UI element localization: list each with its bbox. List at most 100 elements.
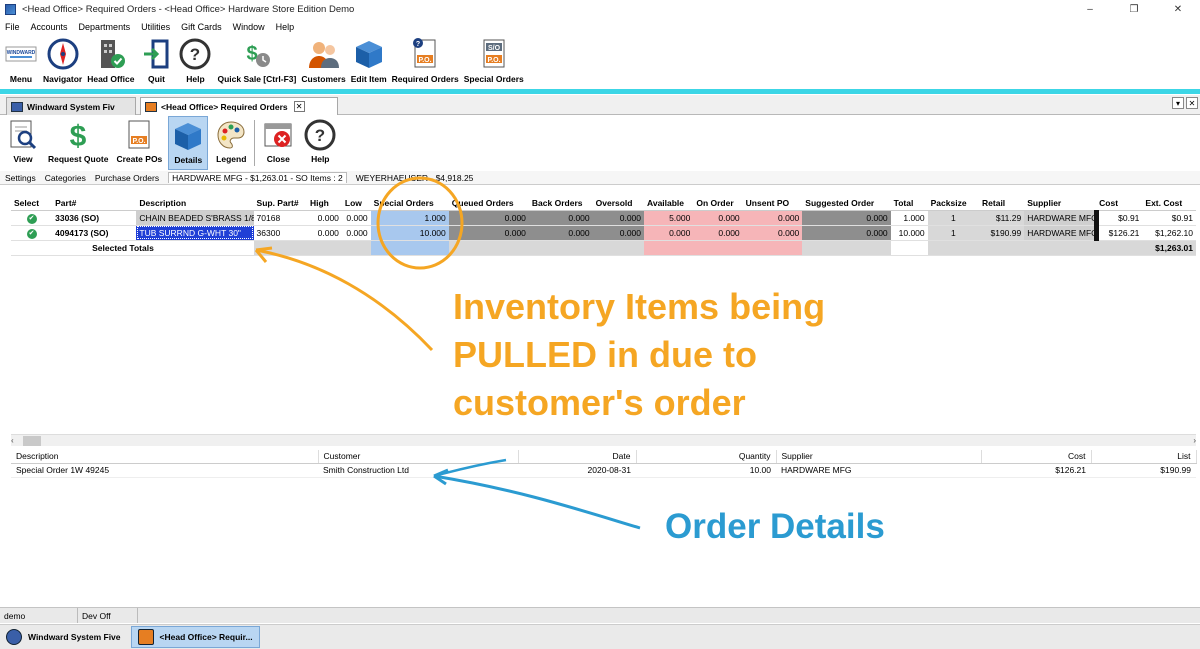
supplier-cell[interactable]: HARDWARE MFG xyxy=(1024,210,1099,226)
col-description[interactable]: Description xyxy=(136,197,254,211)
toolbar-special-orders-button[interactable]: S/O P.O. Special Orders xyxy=(464,35,524,89)
special-orders-cell[interactable]: 10.000 xyxy=(370,225,449,241)
view-button[interactable]: View xyxy=(4,116,42,170)
selected-check-icon[interactable]: ✔ xyxy=(26,213,37,224)
subtab-settings[interactable]: Settings xyxy=(5,173,36,183)
menu-departments[interactable]: Departments xyxy=(79,22,131,32)
maximize-button[interactable]: ❐ xyxy=(1112,0,1156,18)
subtab-hardware-mfg[interactable]: HARDWARE MFG - $1,263.01 - SO Items : 2 xyxy=(168,172,347,183)
col-low[interactable]: Low xyxy=(341,197,371,211)
detail-list-cell[interactable]: $190.99 xyxy=(1091,463,1196,478)
horizontal-scrollbar[interactable]: ‹ › xyxy=(11,434,1196,446)
retail-cell[interactable]: $11.29 xyxy=(979,210,1025,226)
description-cell[interactable]: TUB SURRND G-WHT 30" xyxy=(136,225,254,241)
details-button[interactable]: Details xyxy=(168,116,209,170)
col-oversold[interactable]: Oversold xyxy=(592,197,645,211)
supplier-cell[interactable]: HARDWARE MFG xyxy=(1024,225,1099,241)
detail-col-supplier[interactable]: Supplier xyxy=(776,450,982,464)
subtab-weyerhaeuser[interactable]: WEYERHAEUSER - $4,918.25 xyxy=(356,173,474,183)
table-row[interactable]: Special Order 1W 49245 Smith Constructio… xyxy=(11,463,1196,478)
scroll-left-icon[interactable]: ‹ xyxy=(11,436,14,445)
suggested-order-cell[interactable]: 0.000 xyxy=(802,210,891,226)
packsize-cell[interactable]: 1 xyxy=(927,225,980,241)
col-packsize[interactable]: Packsize xyxy=(927,197,980,211)
detail-cost-cell[interactable]: $126.21 xyxy=(981,463,1091,478)
tab-list-icon[interactable]: ▾ xyxy=(1172,97,1184,109)
detail-quantity-cell[interactable]: 10.00 xyxy=(636,463,776,478)
scroll-right-icon[interactable]: › xyxy=(1193,436,1196,445)
total-cell[interactable]: 10.000 xyxy=(890,225,928,241)
description-cell[interactable]: CHAIN BEADED S'BRASS 1/8 xyxy=(136,210,254,226)
detail-col-description[interactable]: Description xyxy=(11,450,319,464)
unsent-po-cell[interactable]: 0.000 xyxy=(742,210,803,226)
task-required-orders[interactable]: <Head Office> Requir... xyxy=(130,626,260,648)
col-select[interactable]: Select xyxy=(11,197,53,211)
ext-cost-cell[interactable]: $1,262.10 xyxy=(1142,225,1196,241)
col-queued-orders[interactable]: Queued Orders xyxy=(448,197,529,211)
detail-col-quantity[interactable]: Quantity xyxy=(636,450,777,464)
available-cell[interactable]: 5.000 xyxy=(644,210,694,226)
menu-gift-cards[interactable]: Gift Cards xyxy=(181,22,222,32)
on-order-cell[interactable]: 0.000 xyxy=(693,210,743,226)
on-order-cell[interactable]: 0.000 xyxy=(693,225,743,241)
high-cell[interactable]: 0.000 xyxy=(306,210,342,226)
tab-windward-system[interactable]: Windward System Fiv xyxy=(6,97,136,115)
col-ext-cost[interactable]: Ext. Cost xyxy=(1142,197,1196,211)
col-special-orders[interactable]: Special Orders xyxy=(370,197,449,211)
close-button[interactable]: ✕ xyxy=(1156,0,1200,18)
close-tab-icon[interactable]: ✕ xyxy=(1186,97,1198,109)
toolbar-quick-sale-button[interactable]: $ Quick Sale [Ctrl-F3] xyxy=(217,35,296,89)
queued-orders-cell[interactable]: 0.000 xyxy=(448,210,529,226)
col-sup-part[interactable]: Sup. Part# xyxy=(253,197,307,211)
col-cost[interactable]: Cost xyxy=(1096,197,1143,211)
oversold-cell[interactable]: 0.000 xyxy=(592,225,645,241)
col-unsent-po[interactable]: Unsent PO xyxy=(742,197,803,211)
col-supplier[interactable]: Supplier xyxy=(1024,197,1097,211)
detail-col-customer[interactable]: Customer xyxy=(318,450,519,464)
toolbar-quit-button[interactable]: Quit xyxy=(139,35,173,89)
col-high[interactable]: High xyxy=(306,197,342,211)
retail-cell[interactable]: $190.99 xyxy=(979,225,1025,241)
col-available[interactable]: Available xyxy=(644,197,694,211)
high-cell[interactable]: 0.000 xyxy=(306,225,342,241)
tab-required-orders[interactable]: <Head Office> Required Orders ✕ xyxy=(140,97,338,115)
low-cell[interactable]: 0.000 xyxy=(341,225,371,241)
detail-date-cell[interactable]: 2020-08-31 xyxy=(518,463,636,478)
detail-col-date[interactable]: Date xyxy=(518,450,637,464)
close-window-button[interactable]: Close xyxy=(259,116,297,170)
ext-cost-cell[interactable]: $0.91 xyxy=(1142,210,1196,226)
unsent-po-cell[interactable]: 0.000 xyxy=(742,225,803,241)
available-cell[interactable]: 0.000 xyxy=(644,225,694,241)
detail-col-list[interactable]: List xyxy=(1091,450,1197,464)
queued-orders-cell[interactable]: 0.000 xyxy=(448,225,529,241)
task-windward-system-five[interactable]: Windward System Five xyxy=(0,626,127,648)
detail-description-cell[interactable]: Special Order 1W 49245 xyxy=(11,463,318,478)
back-orders-cell[interactable]: 0.000 xyxy=(528,210,593,226)
toolbar-edit-item-button[interactable]: Edit Item xyxy=(351,35,387,89)
detail-supplier-cell[interactable]: HARDWARE MFG xyxy=(776,463,981,478)
toolbar-required-orders-button[interactable]: P.O.? Required Orders xyxy=(392,35,459,89)
menu-file[interactable]: File xyxy=(5,22,20,32)
menu-accounts[interactable]: Accounts xyxy=(31,22,68,32)
low-cell[interactable]: 0.000 xyxy=(341,210,371,226)
col-on-order[interactable]: On Order xyxy=(693,197,743,211)
part-cell[interactable]: 33036 (SO) xyxy=(52,210,137,226)
toolbar-head-office-button[interactable]: Head Office xyxy=(87,35,134,89)
create-pos-button[interactable]: P.O. Create POs xyxy=(114,116,164,170)
sup-part-cell[interactable]: 70168 xyxy=(253,210,307,226)
oversold-cell[interactable]: 0.000 xyxy=(592,210,645,226)
selected-check-icon[interactable]: ✔ xyxy=(26,228,37,239)
cost-cell[interactable]: $0.91 xyxy=(1096,210,1143,226)
legend-button[interactable]: Legend xyxy=(212,116,250,170)
scroll-thumb[interactable] xyxy=(23,436,41,446)
table-row[interactable]: ✔ 33036 (SO) CHAIN BEADED S'BRASS 1/8 70… xyxy=(11,210,1196,226)
toolbar-navigator-button[interactable]: Navigator xyxy=(43,35,82,89)
close-tab-icon[interactable]: ✕ xyxy=(293,101,305,112)
packsize-cell[interactable]: 1 xyxy=(927,210,980,226)
help-button[interactable]: ? Help xyxy=(301,116,339,170)
toolbar-customers-button[interactable]: Customers xyxy=(301,35,346,89)
col-suggested-order[interactable]: Suggested Order xyxy=(802,197,891,211)
suggested-order-cell[interactable]: 0.000 xyxy=(802,225,891,241)
col-back-orders[interactable]: Back Orders xyxy=(528,197,593,211)
col-part[interactable]: Part# xyxy=(52,197,137,211)
